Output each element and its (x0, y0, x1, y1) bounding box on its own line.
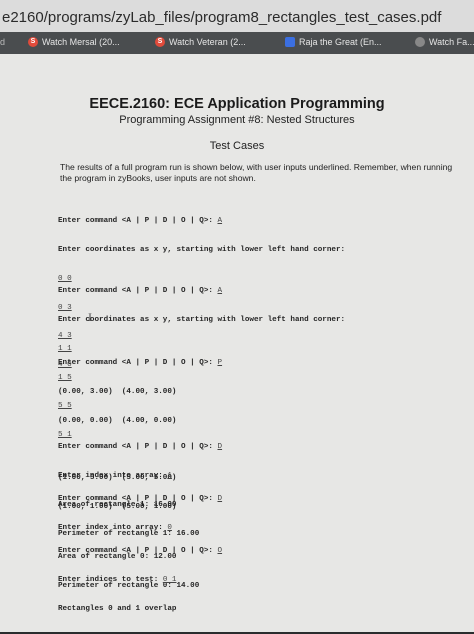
bookmark-edge: d (0, 37, 6, 47)
user-input: O (217, 547, 223, 556)
bookmark-mersal[interactable]: S Watch Mersal (20... (28, 37, 120, 47)
command-prompt: Enter command <A | P | D | O | Q>: (58, 443, 218, 452)
text-cursor-icon: I (88, 310, 92, 324)
url-text: e2160/programs/zyLab_files/program8_rect… (2, 9, 442, 26)
user-input: D (217, 443, 223, 452)
bookmark-icon (285, 37, 295, 47)
intro-paragraph: The results of a full program run is sho… (60, 162, 453, 183)
bookmark-raja[interactable]: Raja the Great (En... (285, 37, 382, 47)
bookmark-veteran[interactable]: S Watch Veteran (2... (155, 37, 246, 47)
s-icon: S (155, 37, 165, 47)
bookmark-watch-fa[interactable]: Watch Fa... (415, 37, 474, 47)
overlap-output: Rectangles 0 and 1 overlap (58, 604, 177, 613)
section-heading: Test Cases (209, 140, 265, 152)
user-input: P (217, 359, 223, 368)
indices-prompt: Enter indices to test: (58, 575, 163, 584)
command-prompt: Enter command <A | P | D | O | Q>: (58, 359, 218, 368)
command-prompt: Enter command <A | P | D | O | Q>: (58, 547, 218, 556)
page-title: EECE.2160: ECE Application Programming (89, 96, 385, 112)
s-icon: S (28, 37, 38, 47)
test-block-6: Enter command <A | P | D | O | Q>: O Ent… (58, 528, 222, 634)
command-prompt: Enter command <A | P | D | O | Q>: (58, 495, 218, 504)
user-input: D (217, 495, 223, 504)
user-input: A (217, 217, 223, 226)
address-bar[interactable]: e2160/programs/zyLab_files/program8_rect… (0, 0, 474, 32)
bookmarks-bar: d S Watch Mersal (20... S Watch Veteran … (0, 32, 474, 54)
output-line: (0.00, 3.00) (4.00, 3.00) (58, 387, 177, 396)
coords-prompt: Enter coordinates as x y, starting with … (58, 245, 346, 254)
coords-prompt: Enter coordinates as x y, starting with … (58, 315, 346, 324)
globe-icon (415, 37, 425, 47)
command-prompt: Enter command <A | P | D | O | Q>: (58, 287, 218, 296)
page-subtitle: Programming Assignment #8: Nested Struct… (119, 114, 355, 126)
command-prompt: Enter command <A | P | D | O | Q>: (58, 217, 218, 226)
pdf-page: EECE.2160: ECE Application Programming P… (0, 54, 474, 632)
user-input: A (217, 287, 223, 296)
user-input: 0 1 (162, 575, 177, 584)
